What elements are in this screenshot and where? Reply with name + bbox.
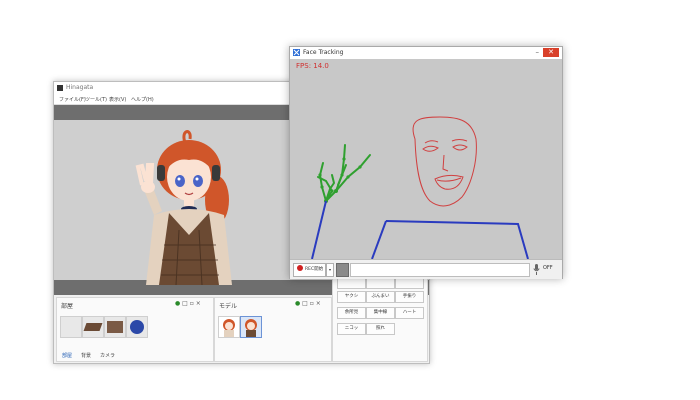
rec-dropdown-button[interactable]: ▾ <box>326 263 334 277</box>
close-button[interactable]: ✕ <box>543 48 559 57</box>
record-icon <box>297 265 303 271</box>
face-window-title: Face Tracking <box>303 49 344 56</box>
room-thumb-floor-2[interactable] <box>104 316 126 338</box>
app-logo-icon <box>57 85 63 91</box>
model-panel-title: モデル <box>219 303 238 310</box>
room-panel-title: 部屋 <box>61 303 74 310</box>
tab-room[interactable]: 部屋 <box>62 352 72 359</box>
pin-icon[interactable]: ▫ <box>310 300 314 307</box>
pose-panel: ヤクシ ぶんまい 手振り 余所見 集中線 ハート ニコッ 照れ <box>332 274 428 362</box>
pose-button-yakushi[interactable]: ヤクシ <box>337 291 366 303</box>
menu-tools[interactable]: ツール(T) <box>85 96 107 103</box>
face-control-bar: REC開始 ▾ OFF <box>290 259 562 279</box>
menu-view[interactable]: 表示(V) <box>109 96 126 103</box>
status-field <box>350 263 530 277</box>
room-thumb-blank[interactable] <box>60 316 82 338</box>
menu-help[interactable]: ヘルプ(H) <box>131 96 154 103</box>
pose-button-look-away[interactable]: 余所見 <box>337 307 366 319</box>
mic-off-label[interactable]: OFF <box>543 265 553 271</box>
microphone-icon[interactable] <box>533 264 540 275</box>
window-icon[interactable]: □ <box>182 300 188 307</box>
menu-file[interactable]: ファイル(F) <box>59 96 86 103</box>
face-landmarks <box>412 116 477 207</box>
room-thumb-floor-1[interactable] <box>82 316 104 338</box>
model-thumb-2-selected[interactable] <box>240 316 262 338</box>
pose-button-shy[interactable]: 照れ <box>366 323 395 335</box>
face-tracking-window: Face Tracking – ✕ FPS: 14.0 REC開始 ▾ OFF <box>289 46 563 279</box>
room-panel-controls: ● □ ▫ × <box>175 300 201 307</box>
rec-label: REC開始 <box>305 267 324 272</box>
tab-background[interactable]: 背景 <box>81 352 91 359</box>
rec-start-button[interactable]: REC開始 <box>293 263 326 277</box>
face-titlebar: Face Tracking – ✕ <box>290 47 562 59</box>
room-panel: 部屋 ● □ ▫ × 部屋 背景 カメラ <box>56 297 214 362</box>
character-model-image <box>135 130 232 285</box>
tab-camera[interactable]: カメラ <box>100 352 115 359</box>
main-window-title: Hinagata <box>66 84 94 91</box>
hand-skeleton <box>317 144 371 202</box>
tracking-visualization <box>311 116 529 259</box>
pose-button-bunmai[interactable]: ぶんまい <box>366 291 395 303</box>
pose-button-smile[interactable]: ニコッ <box>337 323 366 335</box>
room-thumb-floor-3[interactable] <box>126 316 148 338</box>
pin-icon[interactable]: ▫ <box>190 300 194 307</box>
body-skeleton <box>311 200 529 259</box>
model-panel-controls: ● □ ▫ × <box>295 300 321 307</box>
close-icon[interactable]: × <box>196 300 201 307</box>
close-icon[interactable]: × <box>316 300 321 307</box>
refresh-icon[interactable]: ● <box>175 300 180 307</box>
model-panel: モデル ● □ ▫ × <box>214 297 332 362</box>
model-thumb-1[interactable] <box>218 316 240 338</box>
face-tracking-app-icon <box>293 49 300 56</box>
window-icon[interactable]: □ <box>302 300 308 307</box>
stop-square-button[interactable] <box>336 263 349 277</box>
minimize-button[interactable]: – <box>536 48 540 56</box>
pose-button-heart[interactable]: ハート <box>395 307 424 319</box>
refresh-icon[interactable]: ● <box>295 300 300 307</box>
pose-button-focus-lines[interactable]: 集中線 <box>366 307 395 319</box>
pose-button-wave[interactable]: 手振り <box>395 291 424 303</box>
